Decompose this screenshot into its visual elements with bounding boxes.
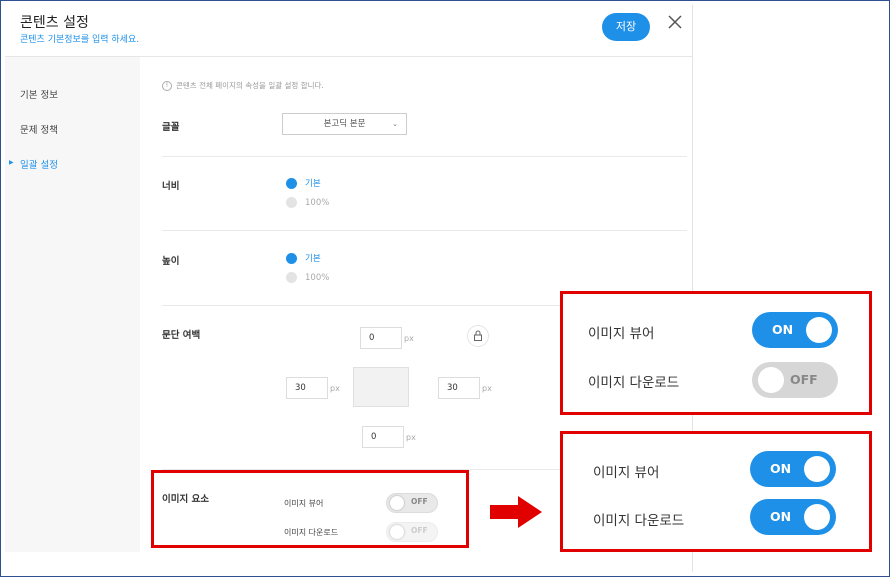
close-icon[interactable] <box>666 13 684 31</box>
sidebar: 기본 정보 문제 정책 ▶ 일괄 설정 <box>5 57 140 552</box>
lock-icon[interactable] <box>467 325 489 347</box>
margin-right-input[interactable]: 30 <box>438 377 480 399</box>
radio-unselected-icon <box>286 197 297 208</box>
margin-left-unit: px <box>330 384 340 393</box>
height-label: 높이 <box>162 256 180 267</box>
callout-panel-top: 이미지 뷰어 ON 이미지 다운로드 OFF <box>560 291 872 415</box>
callout-top-download-label: 이미지 다운로드 <box>588 375 680 391</box>
width-option-default-label: 기본 <box>305 179 321 189</box>
margin-bottom-unit: px <box>406 433 416 442</box>
margin-bottom-input[interactable]: 0 <box>362 426 404 448</box>
radio-selected-icon <box>286 178 297 189</box>
margin-top-unit: px <box>404 334 414 343</box>
callout-bottom-download-state: ON <box>770 509 792 524</box>
height-option-default-label: 기본 <box>305 254 321 264</box>
callout-panel-bottom: 이미지 뷰어 ON 이미지 다운로드 ON <box>560 431 872 552</box>
radio-unselected-icon <box>286 272 297 283</box>
dialog-title: 콘텐츠 설정 <box>20 15 89 31</box>
callout-top-viewer-state: ON <box>772 322 794 337</box>
height-option-full-label: 100% <box>305 273 330 283</box>
dialog-header: 콘텐츠 설정 콘텐츠 기본정보를 입력 하세요. 저장 <box>5 5 693 57</box>
callout-bottom-viewer-toggle[interactable]: ON <box>750 451 836 487</box>
highlight-box-image-elements <box>151 470 469 548</box>
sidebar-item-bulk-settings[interactable]: 일괄 설정 <box>20 157 58 171</box>
callout-bottom-viewer-label: 이미지 뷰어 <box>593 465 660 481</box>
callout-bottom-download-toggle[interactable]: ON <box>750 499 836 535</box>
save-button[interactable]: 저장 <box>602 13 650 41</box>
callout-top-download-state: OFF <box>790 372 818 387</box>
width-option-full-label: 100% <box>305 198 330 208</box>
margin-left-input[interactable]: 30 <box>286 377 328 399</box>
font-label: 글꼴 <box>162 122 180 133</box>
chevron-down-icon: ⌄ <box>392 120 398 128</box>
callout-top-viewer-toggle[interactable]: ON <box>752 312 838 348</box>
sidebar-item-basic-info[interactable]: 기본 정보 <box>20 87 58 101</box>
callout-bottom-viewer-state: ON <box>770 461 792 476</box>
height-option-default[interactable]: 기본 <box>286 252 321 264</box>
callout-top-viewer-label: 이미지 뷰어 <box>588 326 655 342</box>
margin-top-input[interactable]: 0 <box>360 327 402 349</box>
notice-text: 콘텐츠 전체 페이지의 속성을 일괄 설정 합니다. <box>176 81 324 90</box>
callout-bottom-download-label: 이미지 다운로드 <box>593 513 685 529</box>
toggle-knob <box>804 504 830 530</box>
divider <box>162 230 687 231</box>
sidebar-item-question-policy[interactable]: 문제 정책 <box>20 122 58 136</box>
height-option-full[interactable]: 100% <box>286 272 329 283</box>
toggle-knob <box>804 456 830 482</box>
dialog-subtitle: 콘텐츠 기본정보를 입력 하세요. <box>20 35 140 45</box>
notice: ! 콘텐츠 전체 페이지의 속성을 일괄 설정 합니다. <box>162 80 324 91</box>
paragraph-margin-label: 문단 여백 <box>162 330 201 341</box>
radio-selected-icon <box>286 253 297 264</box>
font-select-value: 본고딕 본문 <box>323 119 366 129</box>
toggle-knob <box>758 367 784 393</box>
font-select[interactable]: 본고딕 본문 ⌄ <box>282 113 407 135</box>
active-indicator-icon: ▶ <box>9 159 14 166</box>
width-option-default[interactable]: 기본 <box>286 177 321 189</box>
right-arrow-icon <box>490 496 542 528</box>
width-label: 너비 <box>162 181 180 192</box>
divider <box>162 156 687 157</box>
toggle-knob <box>806 317 832 343</box>
callout-top-download-toggle[interactable]: OFF <box>752 362 838 398</box>
info-icon: ! <box>162 81 172 91</box>
margin-right-unit: px <box>482 384 492 393</box>
margin-preview-box <box>353 367 409 407</box>
width-option-full[interactable]: 100% <box>286 197 329 208</box>
